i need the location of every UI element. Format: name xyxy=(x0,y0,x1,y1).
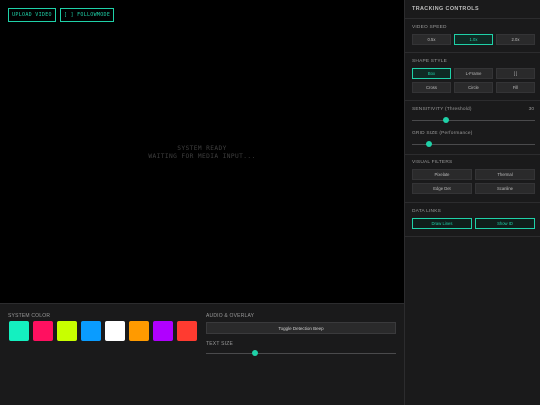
color-swatch-lime[interactable] xyxy=(57,321,77,341)
data-links-label: DATA LINKS xyxy=(412,209,442,214)
video-canvas: UPLOAD VIDEO [ ] FOLLOWMODE SYSTEM READY… xyxy=(0,0,404,303)
color-swatch-pink[interactable] xyxy=(33,321,53,341)
shape-box-button[interactable]: Box xyxy=(412,68,451,79)
sidebar-title: TRACKING CONTROLS xyxy=(412,6,479,12)
filter-edge-det-button[interactable]: Edge Det xyxy=(412,183,472,194)
video-speed-label: VIDEO SPEED xyxy=(412,25,447,30)
filter-thermal-button[interactable]: Thermal xyxy=(475,169,535,180)
sensitivity-slider-track[interactable] xyxy=(412,120,535,121)
sensitivity-label: SENSITIVITY (Threshold) xyxy=(412,107,472,112)
upload-video-button[interactable]: UPLOAD VIDEO xyxy=(8,8,56,22)
draw-lines-button[interactable]: Draw Lines xyxy=(412,218,472,229)
speed-1.0x-button[interactable]: 1.0x xyxy=(454,34,493,45)
system-color-label: SYSTEM COLOR xyxy=(8,313,51,319)
text-size-label: TEXT SIZE xyxy=(206,341,233,347)
color-swatch-purple[interactable] xyxy=(153,321,173,341)
speed-2.0x-button[interactable]: 2.0x xyxy=(496,34,535,45)
color-swatch-blue[interactable] xyxy=(81,321,101,341)
tracking-controls-sidebar: TRACKING CONTROLS VIDEO SPEED 0.5x 1.0x … xyxy=(404,0,540,405)
status-waiting-text: WAITING FOR MEDIA INPUT... xyxy=(148,153,256,160)
bottom-panel: SYSTEM COLOR AUDIO & OVERLAY Toggle Dete… xyxy=(0,303,404,405)
shape-circle-button[interactable]: Circle xyxy=(454,82,493,93)
grid-size-label: GRID SIZE (Performance) xyxy=(412,131,473,136)
color-swatch-red[interactable] xyxy=(177,321,197,341)
divider xyxy=(405,52,540,53)
status-ready-text: SYSTEM READY xyxy=(177,145,227,152)
sensitivity-value: 30 xyxy=(528,107,534,112)
shape-fill-button[interactable]: Fill xyxy=(496,82,535,93)
filter-scanline-button[interactable]: Scanline xyxy=(475,183,535,194)
text-size-slider-track[interactable] xyxy=(206,353,396,354)
divider xyxy=(405,154,540,155)
color-swatch-white[interactable] xyxy=(105,321,125,341)
toggle-detection-beep-button[interactable]: Toggle Detection Beep xyxy=(206,322,396,334)
follow-mode-button[interactable]: [ ] FOLLOWMODE xyxy=(60,8,114,22)
divider xyxy=(405,18,540,19)
grid-size-slider-thumb[interactable] xyxy=(426,141,433,147)
color-swatch-orange[interactable] xyxy=(129,321,149,341)
speed-0.5x-button[interactable]: 0.5x xyxy=(412,34,451,45)
shape-bracket-button[interactable]: [ ] xyxy=(496,68,535,79)
shape-style-label: SHAPE STYLE xyxy=(412,59,447,64)
visual-filters-label: VISUAL FILTERS xyxy=(412,160,453,165)
show-id-button[interactable]: Show ID xyxy=(475,218,535,229)
divider xyxy=(405,100,540,101)
divider xyxy=(405,202,540,203)
filter-pixelate-button[interactable]: Pixelate xyxy=(412,169,472,180)
shape-cross-button[interactable]: Cross xyxy=(412,82,451,93)
audio-overlay-label: AUDIO & OVERLAY xyxy=(206,313,255,319)
text-size-slider-thumb[interactable] xyxy=(252,350,259,356)
color-swatch-teal[interactable] xyxy=(9,321,29,341)
shape-lframe-button[interactable]: L-Frame xyxy=(454,68,493,79)
divider xyxy=(405,236,540,237)
sensitivity-slider-thumb[interactable] xyxy=(443,117,450,123)
